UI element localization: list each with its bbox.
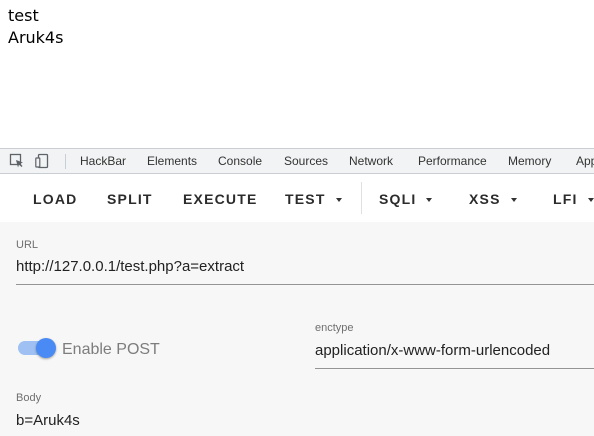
xss-label: XSS: [469, 191, 501, 207]
caret-down-icon: [510, 198, 517, 202]
page-text-line-2: Aruk4s: [8, 28, 64, 47]
xss-dropdown-button[interactable]: XSS: [469, 174, 517, 222]
tab-console[interactable]: Console: [210, 149, 270, 173]
url-input[interactable]: http://127.0.0.1/test.php?a=extract: [16, 258, 244, 275]
tab-memory[interactable]: Memory: [500, 149, 559, 173]
lfi-dropdown-button[interactable]: LFI: [553, 174, 594, 222]
tab-application[interactable]: Application: [568, 149, 594, 173]
split-button[interactable]: SPLIT: [107, 174, 153, 222]
hackbar-toolbar: LOAD SPLIT EXECUTE TEST SQLI XSS LFI: [0, 174, 594, 222]
lfi-label: LFI: [553, 191, 578, 207]
tabbar-divider: [65, 154, 66, 169]
devtools-panel: HackBar Elements Console Sources Network…: [0, 148, 594, 436]
device-toolbar-icon[interactable]: [35, 153, 51, 169]
body-label: Body: [16, 392, 42, 404]
tab-elements[interactable]: Elements: [139, 149, 205, 173]
execute-button[interactable]: EXECUTE: [183, 174, 258, 222]
enctype-underline: [315, 368, 594, 369]
body-textarea[interactable]: b=Aruk4s: [16, 412, 80, 429]
toggle-thumb[interactable]: [36, 338, 56, 358]
load-label: LOAD: [33, 191, 78, 207]
tab-performance[interactable]: Performance: [410, 149, 495, 173]
caret-down-icon: [426, 198, 433, 202]
test-dropdown-button[interactable]: TEST: [285, 174, 342, 222]
inspect-element-icon[interactable]: [9, 153, 25, 169]
sqli-label: SQLI: [379, 191, 417, 207]
caret-down-icon: [335, 198, 342, 202]
toolbar-divider: [361, 182, 362, 214]
tab-network[interactable]: Network: [341, 149, 401, 173]
enctype-label: enctype: [315, 322, 354, 334]
tab-hackbar[interactable]: HackBar: [72, 149, 134, 173]
url-underline: [16, 284, 594, 285]
url-label: URL: [16, 239, 39, 251]
tab-sources[interactable]: Sources: [276, 149, 336, 173]
page-text-line-1: test: [8, 6, 39, 25]
split-label: SPLIT: [107, 191, 153, 207]
page-output: test Aruk4s: [0, 0, 594, 148]
hackbar-form: URL http://127.0.0.1/test.php?a=extract …: [0, 222, 594, 436]
test-label: TEST: [285, 191, 326, 207]
caret-down-icon: [587, 198, 594, 202]
execute-label: EXECUTE: [183, 191, 258, 207]
devtools-tabbar: HackBar Elements Console Sources Network…: [0, 148, 594, 174]
enctype-select[interactable]: application/x-www-form-urlencoded: [315, 342, 550, 359]
load-button[interactable]: LOAD: [33, 174, 77, 222]
sqli-dropdown-button[interactable]: SQLI: [379, 174, 433, 222]
enable-post-label: Enable POST: [62, 341, 160, 358]
